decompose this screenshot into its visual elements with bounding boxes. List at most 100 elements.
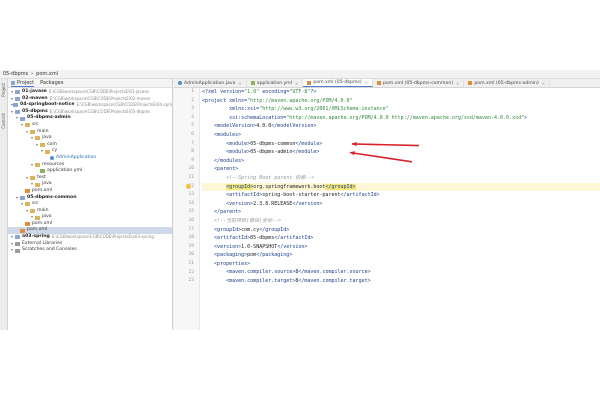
code-line[interactable]: <artifactId>05-dbpms</artifactId> [202, 234, 600, 243]
tree-item[interactable]: ▾ java [8, 214, 172, 221]
module-icon [15, 110, 20, 115]
code-line[interactable]: <artifactId>spring-boot-starter-parent</… [202, 191, 600, 200]
code-line[interactable]: <groupId>org.springframework.boot</group… [202, 182, 600, 192]
code-line[interactable]: <module>05-dbpms-admin</module> [202, 148, 600, 157]
line-number: 9 [191, 157, 194, 163]
line-number: 17 [188, 226, 194, 232]
tree-item[interactable]: ▾ src [8, 201, 172, 208]
editor-tab[interactable]: application.yml × [247, 79, 304, 87]
tree-item-label: 01-javase [22, 89, 47, 94]
tree-item[interactable]: ▾ 01-javase E:\CGB\workspace\CGB\CODE\Proj… [8, 89, 172, 96]
folder-icon [35, 215, 40, 220]
project-icon [11, 80, 15, 85]
java-file-icon [178, 81, 182, 85]
tree-item[interactable]: ▾ 05-dbpms-admin [8, 115, 172, 122]
code-line[interactable]: </modules> [202, 157, 600, 166]
line-number: 14 [188, 200, 194, 206]
code-line[interactable]: <module>05-dbpms-common</module> [202, 140, 600, 149]
line-number: 13 [188, 192, 194, 198]
tree-item[interactable]: ▾ java [8, 181, 172, 188]
tool-tab-project[interactable]: Project [1, 83, 7, 97]
line-number: 10 [188, 166, 194, 172]
editor-tab[interactable]: AdminApplication.java × [174, 79, 247, 87]
code-line[interactable]: <!--Spring Boot parent 依赖--> [202, 174, 600, 183]
tool-tab-commit[interactable]: Commit [1, 113, 7, 129]
line-number: 1 [191, 89, 194, 94]
editor-tab-label: application.yml [256, 80, 293, 86]
code-line[interactable]: <maven.compiler.target>8</maven.compiler… [202, 277, 600, 286]
code-line[interactable]: xsi:schemaLocation="http://maven.apache.… [202, 114, 600, 123]
tree-item-path: E:\CGB\workspace\CGB\CODE\ProjectsE\01-j… [48, 89, 149, 94]
tree-item[interactable]: ▾ main [8, 208, 172, 215]
tree-item[interactable]: AdminApplication [8, 155, 172, 162]
xml-file-icon [468, 81, 473, 85]
line-number: 3 [191, 106, 194, 112]
editor-tab[interactable]: pom.xml (05-dbpms) × [303, 79, 374, 87]
close-icon[interactable]: × [295, 81, 298, 86]
ide-window: 05-dbpms › pom.xml Project Commit Projec… [0, 70, 600, 330]
code-line[interactable]: <maven.compiler.source>8</maven.compiler… [202, 268, 600, 277]
close-icon[interactable]: × [365, 80, 368, 85]
editor-tabs: AdminApplication.java × application.yml × po… [174, 79, 600, 88]
code-line[interactable]: <packaging>pom</packaging> [202, 251, 600, 260]
tree-item[interactable]: ▾ main [8, 129, 172, 136]
tree-item-label: AdminApplication [56, 154, 97, 160]
close-icon[interactable]: × [456, 81, 459, 86]
breadcrumb-separator: › [31, 71, 34, 77]
tree-item[interactable]: ▾ a03-spring E:\CGB\workspace\CGB\CODE\Pro… [8, 234, 172, 241]
yml-file-icon [250, 81, 255, 85]
lib-icon [15, 248, 20, 253]
tree-item-label: java [42, 181, 52, 187]
tree-item[interactable]: ▾ com [8, 142, 172, 149]
tree-item-path: E:\CGB\workspace\CGB\CODE\ProjectsE\04-s… [76, 102, 172, 108]
tree-item[interactable]: pom.xml [8, 188, 172, 195]
editor-tab-label: pom.xml (05-dbpms) [313, 80, 362, 85]
tree-item-label: com [47, 141, 57, 147]
code-line[interactable]: </parent> [202, 208, 600, 217]
tree-item[interactable]: ▾ 04-springboot-notice E:\CGB\workspace\CG… [8, 102, 172, 109]
tree-item[interactable]: application.yml [8, 168, 172, 175]
tree-item[interactable]: ▾ resources [8, 162, 172, 169]
code-editor[interactable]: <?xml version="1.0" encoding="UTF-8"?> <p… [202, 88, 600, 330]
line-number: 15 [188, 209, 194, 215]
code-line[interactable]: <groupId>com.cy</groupId> [202, 226, 600, 235]
folder-icon [40, 143, 45, 148]
code-line[interactable]: <properties> [202, 260, 600, 269]
code-line[interactable]: <version>2.3.8.RELEASE</version> [202, 200, 600, 209]
tree-item[interactable]: ▾ src [8, 122, 172, 129]
line-number: 6 [191, 132, 194, 137]
folder-icon [25, 123, 30, 128]
module-icon [20, 195, 25, 200]
breadcrumb-file[interactable]: pom.xml [36, 71, 58, 77]
tree-item[interactable]: ▾ cy [8, 148, 172, 155]
close-icon[interactable]: × [542, 81, 545, 86]
xml-file-icon [307, 80, 312, 85]
editor-tab-label: AdminApplication.java [184, 80, 236, 86]
editor-tab[interactable]: pom.xml (05-dbpms-admin) × [464, 79, 551, 87]
tab-project-label: Project [17, 79, 35, 86]
lib-icon [15, 241, 20, 246]
code-line[interactable]: <project xmlns="http://maven.apache.org/… [202, 97, 600, 106]
code-line[interactable]: <version>1.0-SNAPSHOT</version> [202, 243, 600, 252]
tab-project[interactable]: Project [11, 79, 35, 87]
tab-packages[interactable]: Packages [40, 80, 63, 86]
xml-icon [25, 189, 30, 194]
code-line[interactable]: <!--当前项目(模块)坐标--> [202, 217, 600, 226]
breadcrumb-project[interactable]: 05-dbpms [3, 71, 28, 77]
code-line[interactable]: <parent> [202, 165, 600, 174]
line-number: 4 [191, 114, 194, 120]
tree-item[interactable]: ▾ java [8, 135, 172, 142]
code-line[interactable]: <?xml version="1.0" encoding="UTF-8"?> [202, 88, 600, 97]
module-icon [20, 116, 25, 121]
code-line[interactable]: <modelVersion>4.0.0</modelVersion> [202, 122, 600, 131]
tree-item-label: application.yml [47, 168, 83, 174]
code-line[interactable]: <modules> [202, 131, 600, 140]
tree-item[interactable]: ▾ Scratches and Consoles [8, 247, 172, 254]
close-icon[interactable]: × [238, 81, 241, 86]
line-number: 12 [188, 183, 194, 189]
tree-item[interactable]: ▾ test [8, 175, 172, 182]
tree-item-label: a03-spring [22, 234, 50, 240]
editor-tab[interactable]: pom.xml (05-dbpms-common) × [373, 79, 465, 87]
line-number: 2 [191, 97, 194, 103]
code-line[interactable]: xmlns:xsi="http://www.w3.org/2001/XMLSch… [202, 105, 600, 114]
